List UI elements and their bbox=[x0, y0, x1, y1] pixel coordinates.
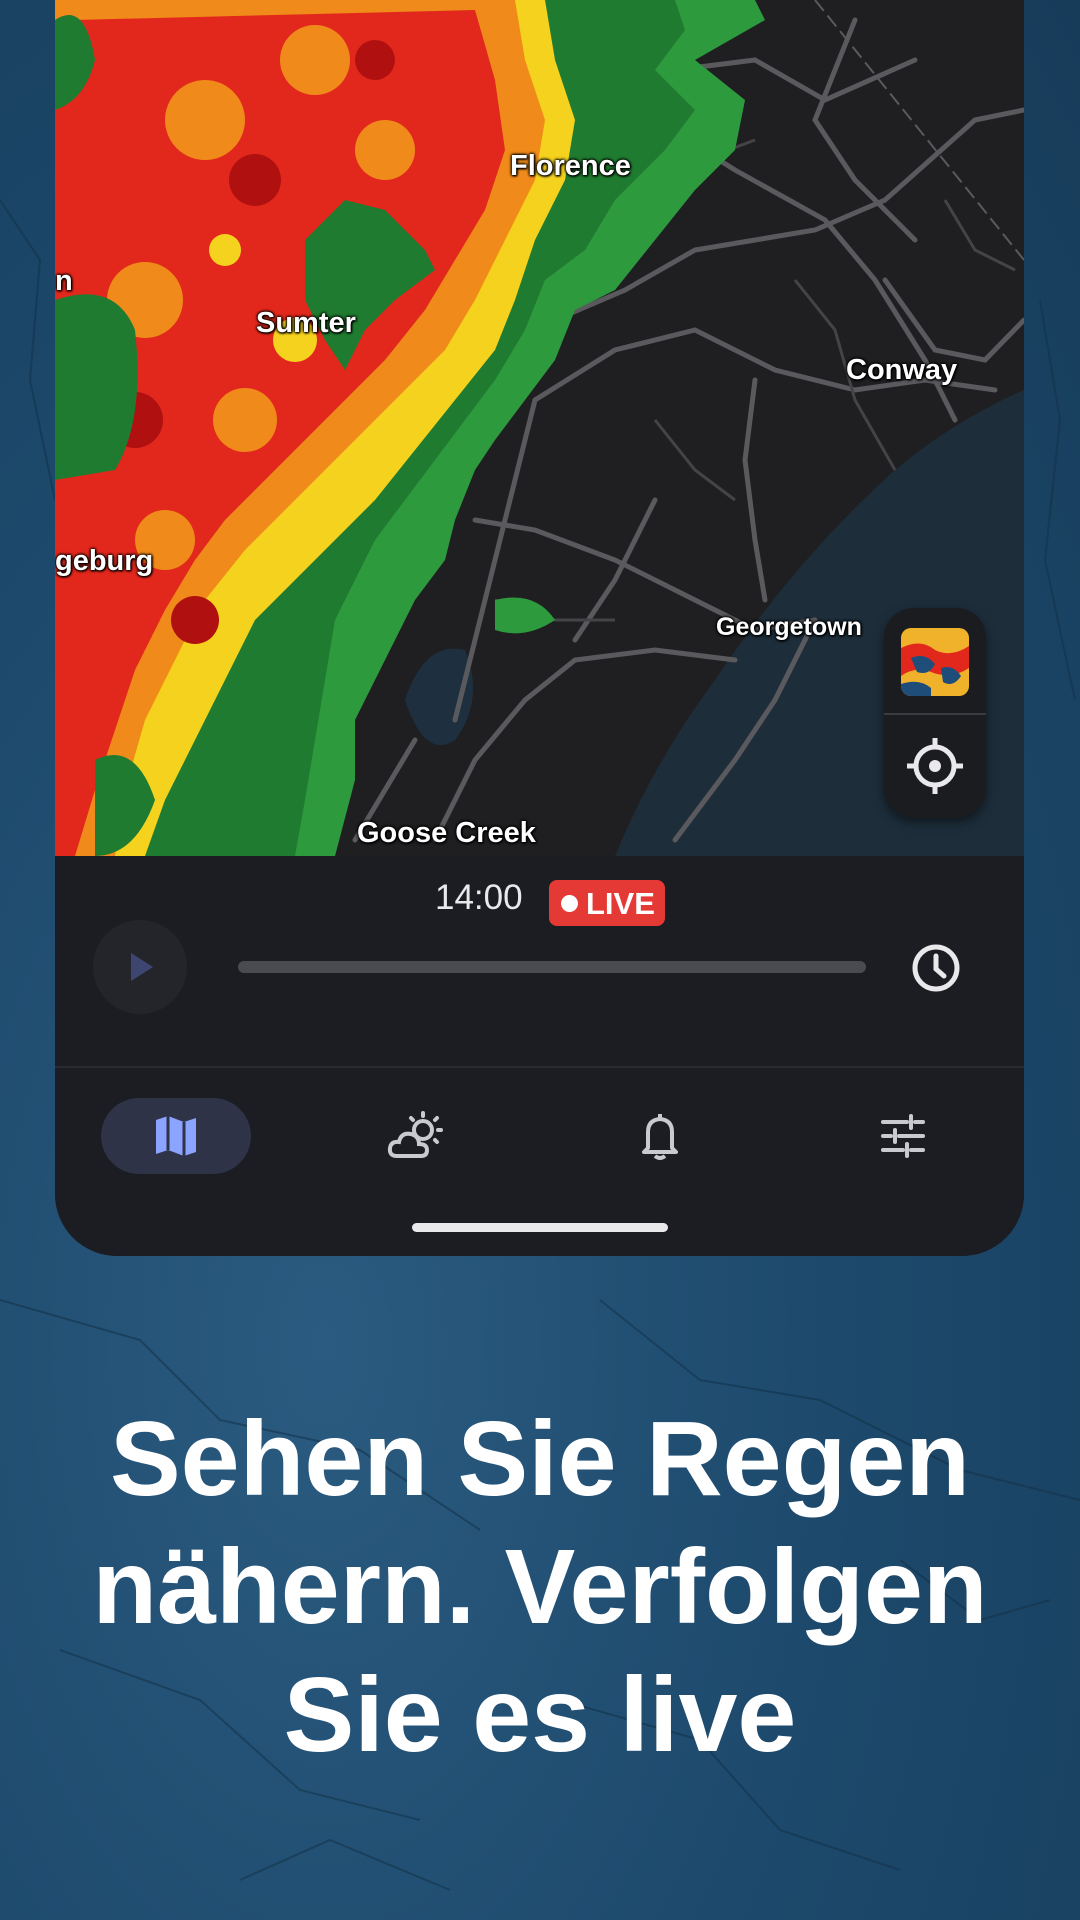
locate-me-button[interactable] bbox=[901, 732, 969, 800]
nav-tab-settings[interactable] bbox=[828, 1098, 978, 1174]
timeline-bar: 14:00 LIVE bbox=[55, 856, 1024, 1066]
radar-layer-button[interactable] bbox=[901, 628, 969, 696]
live-label: LIVE bbox=[586, 886, 655, 921]
live-dot-icon bbox=[561, 895, 578, 912]
history-button[interactable] bbox=[910, 942, 962, 994]
radar-map[interactable]: Florence Sumter Conway geburg Georgetown… bbox=[55, 0, 1024, 856]
bottom-navigation bbox=[55, 1066, 1024, 1256]
headline-line-3: Sie es live bbox=[283, 1656, 797, 1774]
play-button[interactable] bbox=[93, 920, 187, 1014]
city-label: Conway bbox=[846, 354, 958, 386]
headline-line-1: Sehen Sie Regen bbox=[109, 1400, 971, 1518]
current-time: 14:00 bbox=[435, 878, 523, 917]
play-icon bbox=[131, 953, 153, 981]
home-indicator[interactable] bbox=[412, 1223, 668, 1232]
city-label: Georgetown bbox=[716, 613, 862, 641]
bell-icon bbox=[642, 1114, 678, 1160]
nav-tab-alerts[interactable] bbox=[585, 1098, 735, 1174]
weather-icon bbox=[387, 1111, 443, 1158]
city-label: Goose Creek bbox=[357, 817, 536, 849]
city-label: Florence bbox=[510, 150, 631, 182]
settings-sliders-icon bbox=[881, 1114, 925, 1158]
map-icon bbox=[156, 1116, 196, 1156]
phone-frame: Florence Sumter Conway geburg Georgetown… bbox=[55, 0, 1024, 1256]
city-label: n bbox=[55, 265, 73, 297]
live-badge[interactable]: LIVE bbox=[549, 880, 665, 926]
nav-tab-map[interactable] bbox=[101, 1098, 251, 1174]
timeline-slider[interactable] bbox=[238, 961, 866, 973]
clock-icon bbox=[912, 944, 960, 992]
headline-line-2: nähern. Verfolgen bbox=[92, 1528, 988, 1646]
crosshair-icon bbox=[907, 738, 963, 794]
radar-map-canvas bbox=[55, 0, 1024, 856]
map-controls-panel bbox=[884, 608, 986, 818]
controls-divider bbox=[884, 713, 986, 715]
nav-tab-weather[interactable] bbox=[341, 1098, 491, 1174]
promo-headline: Sehen Sie Regen nähern. Verfolgen Sie es… bbox=[0, 1395, 1080, 1779]
city-label: Sumter bbox=[256, 307, 356, 339]
radar-thumbnail-icon bbox=[901, 628, 969, 696]
city-label: geburg bbox=[55, 545, 154, 577]
